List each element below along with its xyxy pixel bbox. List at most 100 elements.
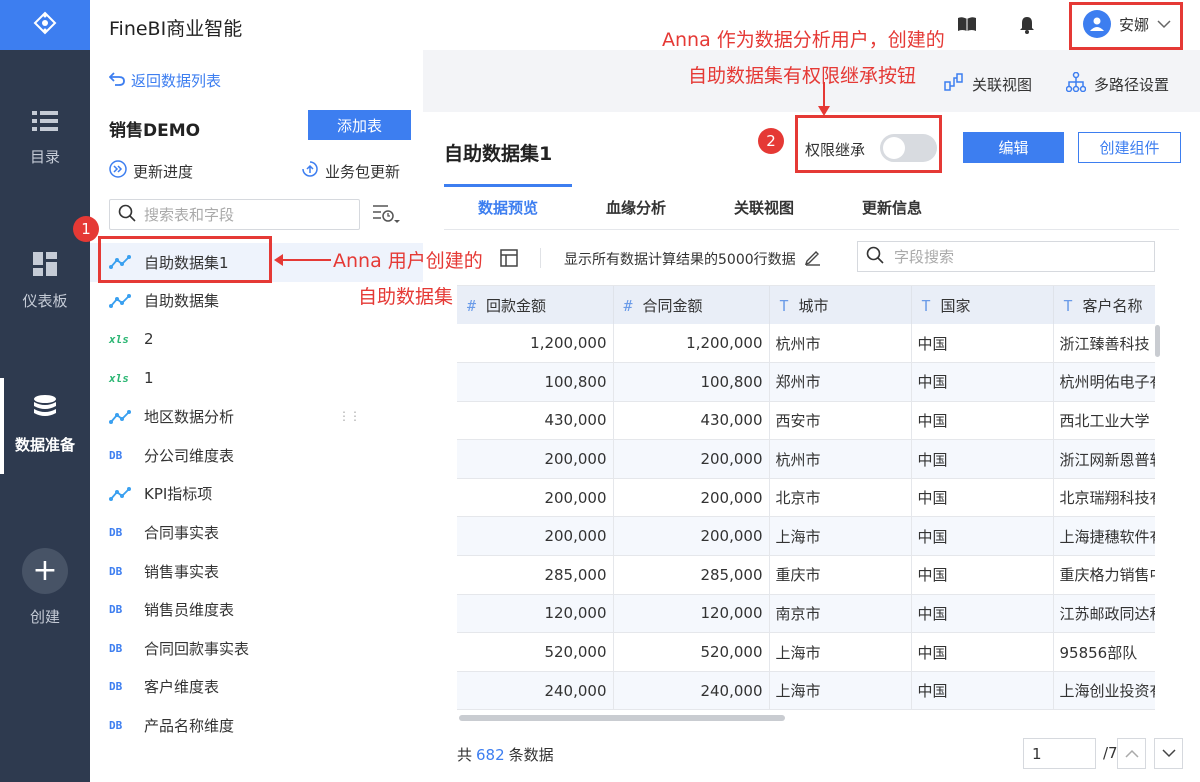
add-table-button[interactable]: 添加表 <box>308 110 411 140</box>
tree-item[interactable]: DB 销售事实表 <box>90 552 423 591</box>
excel-icon: xls <box>109 332 129 346</box>
scroll-thumb[interactable] <box>1155 325 1160 357</box>
tab-lineage[interactable]: 血缘分析 <box>572 184 700 230</box>
tree-item[interactable]: DB 合同回款事实表 <box>90 629 423 668</box>
db-table-icon: DB <box>109 680 123 694</box>
create-component-button[interactable]: 创建组件 <box>1078 132 1181 163</box>
prev-page-button[interactable] <box>1117 738 1146 769</box>
tab-data-preview[interactable]: 数据预览 <box>444 184 572 230</box>
tree-item[interactable]: DB 客户维度表 <box>90 668 423 707</box>
relation-icon <box>944 72 964 96</box>
update-progress-button[interactable]: 更新进度 <box>109 160 193 182</box>
column-header[interactable]: T 城市 <box>769 286 912 324</box>
tab-related-view[interactable]: 关联视图 <box>700 184 828 230</box>
db-table-icon: DB <box>109 448 123 462</box>
plus-icon: + <box>22 548 68 594</box>
tree-item-label: 2 <box>144 330 154 349</box>
annotation-note-2-line2: 自助数据集有权限继承按钮 <box>688 65 917 87</box>
page-number-input[interactable]: 1 <box>1023 738 1096 769</box>
search-icon <box>118 204 136 226</box>
back-arrow-icon <box>108 71 125 90</box>
column-header[interactable]: T 国家 <box>911 286 1054 324</box>
db-table-icon: DB <box>109 525 123 539</box>
tree-item-label: 1 <box>144 369 154 388</box>
book-icon[interactable] <box>957 16 977 36</box>
search-placeholder: 搜索表和字段 <box>144 206 235 224</box>
refresh-upload-icon <box>301 160 319 182</box>
update-progress-label: 更新进度 <box>133 162 194 181</box>
tree-item[interactable]: 地区数据分析 <box>90 397 423 436</box>
rail-item-create[interactable]: + 创建 <box>0 548 90 627</box>
self-dataset-icon <box>109 409 133 424</box>
tab-update-info[interactable]: 更新信息 <box>828 184 956 230</box>
table-field-search-input[interactable]: 搜索表和字段 <box>109 199 360 230</box>
nav-rail: 目录 仪表板 数据准备 + 创建 <box>0 0 90 782</box>
tree-item[interactable]: DB 分公司维度表 <box>90 436 423 475</box>
table-row: 200,000 200,000 杭州市 中国 浙江网新恩普软 <box>457 439 1155 479</box>
rail-label: 创建 <box>29 608 60 626</box>
related-view-label: 关联视图 <box>972 75 1033 94</box>
table-row: 240,000 240,000 上海市 中国 上海创业投资有 <box>457 671 1155 711</box>
total-count: 共 682 条数据 <box>457 746 554 764</box>
dataset-tabs: 数据预览 血缘分析 关联视图 更新信息 <box>444 184 1179 230</box>
database-icon <box>32 394 58 424</box>
edit-button[interactable]: 编辑 <box>963 132 1064 163</box>
app-title: FineBI商业智能 <box>109 18 243 40</box>
package-panel: FineBI商业智能 返回数据列表 销售DEMO 添加表 更新进度 业务包更新 … <box>90 0 423 782</box>
tree-item-label: 客户维度表 <box>144 678 220 697</box>
tree-item[interactable]: DB 产品名称维度 <box>90 706 423 745</box>
tree-item[interactable]: KPI指标项 <box>90 475 423 514</box>
tree-item-label: 合同回款事实表 <box>144 639 250 658</box>
bell-icon[interactable] <box>1019 16 1035 38</box>
app-logo[interactable] <box>0 0 90 50</box>
table-row: 520,000 520,000 上海市 中国 95856部队 <box>457 632 1155 672</box>
column-header[interactable]: # 回款金额 <box>457 286 614 324</box>
rail-item-dashboard[interactable]: 仪表板 <box>0 252 90 311</box>
package-update-button[interactable]: 业务包更新 <box>301 160 400 182</box>
tree-item-label: 销售事实表 <box>144 562 220 581</box>
filter-sort-icon[interactable] <box>372 203 400 229</box>
back-to-list-link[interactable]: 返回数据列表 <box>108 70 221 91</box>
preview-info-text: 显示所有数据计算结果的5000行数据 <box>564 252 796 268</box>
field-search-placeholder: 字段搜索 <box>894 248 955 266</box>
multipath-label: 多路径设置 <box>1094 75 1170 94</box>
package-title: 销售DEMO <box>109 121 201 141</box>
annotation-arrow-left <box>274 254 331 266</box>
progress-icon <box>109 160 127 182</box>
tree-item-label: 产品名称维度 <box>144 716 235 735</box>
panel-resize-handle[interactable]: ⋮⋮ <box>338 409 361 423</box>
table-row: 200,000 200,000 北京市 中国 北京瑞翔科技有 <box>457 478 1155 518</box>
step-badge-2: 2 <box>758 128 784 154</box>
rail-label: 仪表板 <box>22 292 68 310</box>
table-row: 100,800 100,800 郑州市 中国 杭州明佑电子有 <box>457 362 1155 402</box>
horizontal-scrollbar[interactable] <box>459 715 785 721</box>
field-search-input[interactable]: 字段搜索 <box>857 241 1155 272</box>
divider <box>540 248 541 268</box>
tree-item[interactable]: DB 合同事实表 <box>90 513 423 552</box>
highlight-box-dataset <box>98 236 272 283</box>
pencil-icon[interactable] <box>804 248 822 270</box>
related-view-button[interactable]: 关联视图 <box>944 72 1032 96</box>
db-table-icon: DB <box>109 718 123 732</box>
data-preview-table: # 回款金额 # 合同金额 T 城市 T 国家 T 客户名称 1,200,000 1,200… <box>457 285 1155 723</box>
column-header[interactable]: # 合同金额 <box>613 286 770 324</box>
step-badge-1: 1 <box>73 216 99 242</box>
table-row: 1,200,000 1,200,000 杭州市 中国 浙江臻善科技 <box>457 324 1155 364</box>
rail-item-catalog[interactable]: 目录 <box>0 110 90 167</box>
rail-item-data-prep[interactable]: 数据准备 <box>0 378 90 474</box>
table-tree: 自助数据集1 自助数据集 xls 2 xls 1 地区数据分析 DB 分公司维度… <box>90 243 423 745</box>
tree-item[interactable]: xls 2 <box>90 320 423 359</box>
hierarchy-icon <box>1065 71 1087 96</box>
search-icon <box>866 246 884 268</box>
annotation-note-2-line1: Anna 作为数据分析用户，创建的 <box>662 29 945 51</box>
vertical-scrollbar[interactable] <box>1155 285 1160 723</box>
tree-item[interactable]: xls 1 <box>90 359 423 398</box>
layout-icon[interactable] <box>500 249 518 271</box>
next-page-button[interactable] <box>1154 738 1183 769</box>
column-header[interactable]: T 客户名称 <box>1053 286 1155 324</box>
tree-item[interactable]: DB 销售员维度表 <box>90 590 423 629</box>
rail-label: 目录 <box>29 148 60 166</box>
multipath-settings-button[interactable]: 多路径设置 <box>1065 71 1170 96</box>
annotation-note-1-line1: Anna 用户创建的 <box>333 250 483 272</box>
tree-item-label: 自助数据集 <box>144 292 220 311</box>
